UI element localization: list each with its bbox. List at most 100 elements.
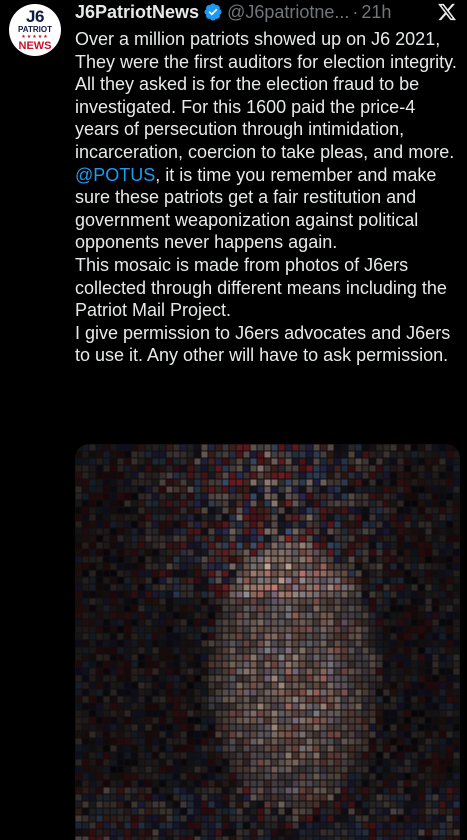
mosaic-tile [285,598,292,605]
mosaic-tile [103,647,110,654]
mosaic-tile [159,465,166,472]
mosaic-tile [362,619,369,626]
mosaic-tile [131,619,138,626]
mosaic-tile [453,542,460,549]
mosaic-tile [103,822,110,829]
mosaic-tile [152,696,159,703]
mention-link[interactable]: @POTUS [75,165,155,185]
tweet[interactable]: J6 PATRIOT ★★★★★ NEWS J6PatriotNews @J6p… [0,0,467,840]
mosaic-tile [334,675,341,682]
mosaic-tile [208,444,215,451]
mosaic-tile [348,479,355,486]
mosaic-tile [166,738,173,745]
mosaic-tile [320,556,327,563]
mosaic-tile [180,570,187,577]
mosaic-tile [215,794,222,801]
handle[interactable]: @J6patriotne... [227,2,349,23]
mosaic-tile [404,717,411,724]
mosaic-tile [145,710,152,717]
mosaic-tile [194,451,201,458]
mosaic-tile [145,829,152,836]
mosaic-tile [124,465,131,472]
mosaic-tile [173,738,180,745]
mosaic-tile [439,493,446,500]
mosaic-tile [229,507,236,514]
mosaic-tile [355,829,362,836]
mosaic-tile [159,542,166,549]
mosaic-tile [208,626,215,633]
mosaic-tile [208,794,215,801]
mosaic-tile [187,801,194,808]
mosaic-tile [404,507,411,514]
avatar[interactable]: J6 PATRIOT ★★★★★ NEWS [9,4,61,56]
mosaic-tile [82,514,89,521]
mosaic-tile [75,549,82,556]
mosaic-tile [369,787,376,794]
mosaic-tile [201,745,208,752]
mosaic-tile [194,535,201,542]
mosaic-tile [411,605,418,612]
mosaic-tile [376,619,383,626]
mosaic-tile [257,598,264,605]
mosaic-tile [383,829,390,836]
mosaic-tile [96,682,103,689]
mosaic-tile [355,724,362,731]
mosaic-tile [418,633,425,640]
x-logo-icon[interactable] [437,2,457,22]
verified-badge-icon[interactable] [203,2,223,22]
mosaic-image[interactable] [75,444,460,840]
mosaic-tile [320,444,327,451]
mosaic-tile [341,591,348,598]
mosaic-tile [376,710,383,717]
mosaic-tile [355,479,362,486]
mosaic-tile [418,752,425,759]
mosaic-tile [348,710,355,717]
mosaic-tile [117,514,124,521]
mosaic-tile [383,542,390,549]
mosaic-tile [313,794,320,801]
mosaic-tile [222,703,229,710]
display-name[interactable]: J6PatriotNews [75,2,199,23]
mosaic-tile [313,640,320,647]
mosaic-tile [285,444,292,451]
mosaic-tile [327,766,334,773]
mosaic-tile [89,570,96,577]
mosaic-tile [439,689,446,696]
mosaic-tile [439,444,446,451]
mosaic-tile [159,626,166,633]
mosaic-tile [453,570,460,577]
mosaic-tile [341,626,348,633]
mosaic-tile [222,479,229,486]
mosaic-tile [208,689,215,696]
mosaic-tile [411,710,418,717]
mosaic-tile [187,808,194,815]
mosaic-tile [194,577,201,584]
mosaic-tile [243,745,250,752]
mosaic-tile [194,605,201,612]
mosaic-tile [96,696,103,703]
mosaic-tile [425,647,432,654]
mosaic-tile [278,766,285,773]
mosaic-tile [131,465,138,472]
mosaic-tile [138,822,145,829]
mosaic-tile [432,514,439,521]
timestamp[interactable]: 21h [361,2,391,23]
mosaic-tile [96,472,103,479]
mosaic-tile [397,745,404,752]
mosaic-tile [453,633,460,640]
mosaic-tile [201,605,208,612]
mosaic-tile [194,479,201,486]
mosaic-tile [243,822,250,829]
mosaic-tile [75,668,82,675]
mosaic-tile [411,542,418,549]
mosaic-tile [411,822,418,829]
mosaic-tile [138,731,145,738]
mosaic-tile [341,668,348,675]
mosaic-tile [229,815,236,822]
mosaic-tile [89,717,96,724]
mosaic-tile [187,815,194,822]
mosaic-tile [397,682,404,689]
mosaic-tile [215,738,222,745]
mosaic-tile [159,717,166,724]
mosaic-tile [110,682,117,689]
